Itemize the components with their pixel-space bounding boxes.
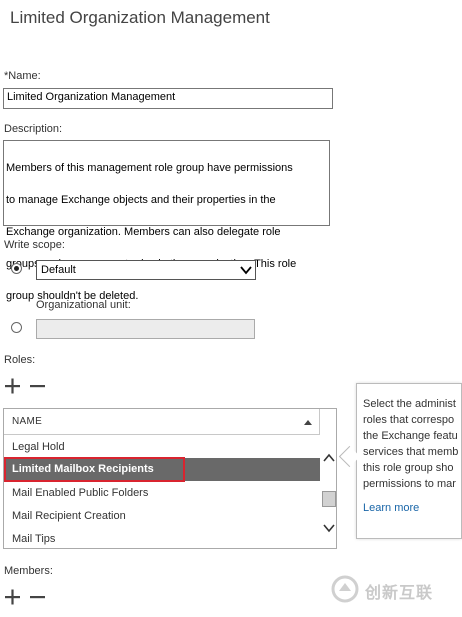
tooltip-line: Select the administ: [363, 398, 456, 410]
description-label: Description:: [4, 123, 63, 135]
sort-up-icon: [304, 420, 312, 425]
name-column-header: NAME: [12, 416, 43, 427]
tooltip-line: the Exchange featu: [363, 430, 458, 442]
add-member-button[interactable]: [5, 589, 21, 605]
tooltip-line: this role group sho: [363, 462, 454, 474]
write-scope-dropdown[interactable]: Default: [36, 260, 256, 280]
name-label: *Name:: [4, 70, 41, 82]
ou-field[interactable]: [36, 319, 255, 339]
tooltip-line: permissions to mar: [363, 478, 456, 490]
tooltip-line: services that memb: [363, 446, 459, 458]
chevron-up-icon[interactable]: [322, 453, 336, 463]
minus-icon: [30, 596, 45, 599]
description-line: Members of this management role group ha…: [6, 162, 293, 174]
write-scope-label: Write scope:: [4, 239, 65, 251]
ou-label: Organizational unit:: [36, 299, 131, 311]
page-title: Limited Organization Management: [10, 8, 270, 27]
description-field[interactable]: Members of this management role group ha…: [3, 140, 330, 302]
table-scrollbar[interactable]: [320, 449, 336, 548]
chevron-down-icon: [240, 266, 252, 275]
table-row[interactable]: Mail Recipient Creation: [4, 505, 320, 528]
plus-icon: [5, 378, 20, 394]
roles-label: Roles:: [4, 354, 36, 366]
remove-member-button[interactable]: [30, 589, 46, 605]
table-row[interactable]: Mail Enabled Public Folders: [4, 482, 320, 505]
ou-radio[interactable]: [11, 322, 22, 333]
selection-highlight-box: [4, 457, 185, 482]
write-scope-value: Default: [41, 264, 76, 276]
scrollbar-thumb[interactable]: [322, 491, 336, 507]
minus-icon: [30, 385, 45, 388]
plus-icon: [5, 589, 20, 605]
table-row[interactable]: Mail Tips: [4, 528, 320, 548]
description-line: Exchange organization. Members can also …: [6, 226, 281, 238]
add-role-button[interactable]: [5, 378, 21, 394]
tooltip-line: roles that correspo: [363, 414, 455, 426]
watermark-logo-icon: [331, 575, 359, 603]
write-scope-radio[interactable]: [11, 263, 22, 274]
members-label: Members:: [4, 565, 53, 577]
watermark-text: 创新互联: [365, 585, 434, 602]
description-line: to manage Exchange objects and their pro…: [6, 194, 276, 206]
chevron-down-icon[interactable]: [322, 523, 336, 533]
column-divider: [319, 409, 320, 435]
table-row[interactable]: Legal Hold: [4, 436, 320, 459]
watermark: 创新互联: [328, 574, 458, 604]
learn-more-link[interactable]: Learn more: [363, 500, 461, 516]
remove-role-button[interactable]: [30, 378, 46, 394]
table-header[interactable]: NAME: [4, 409, 319, 435]
name-field[interactable]: Limited Organization Management: [3, 88, 333, 109]
help-tooltip: Select the administ roles that correspo …: [356, 383, 462, 539]
